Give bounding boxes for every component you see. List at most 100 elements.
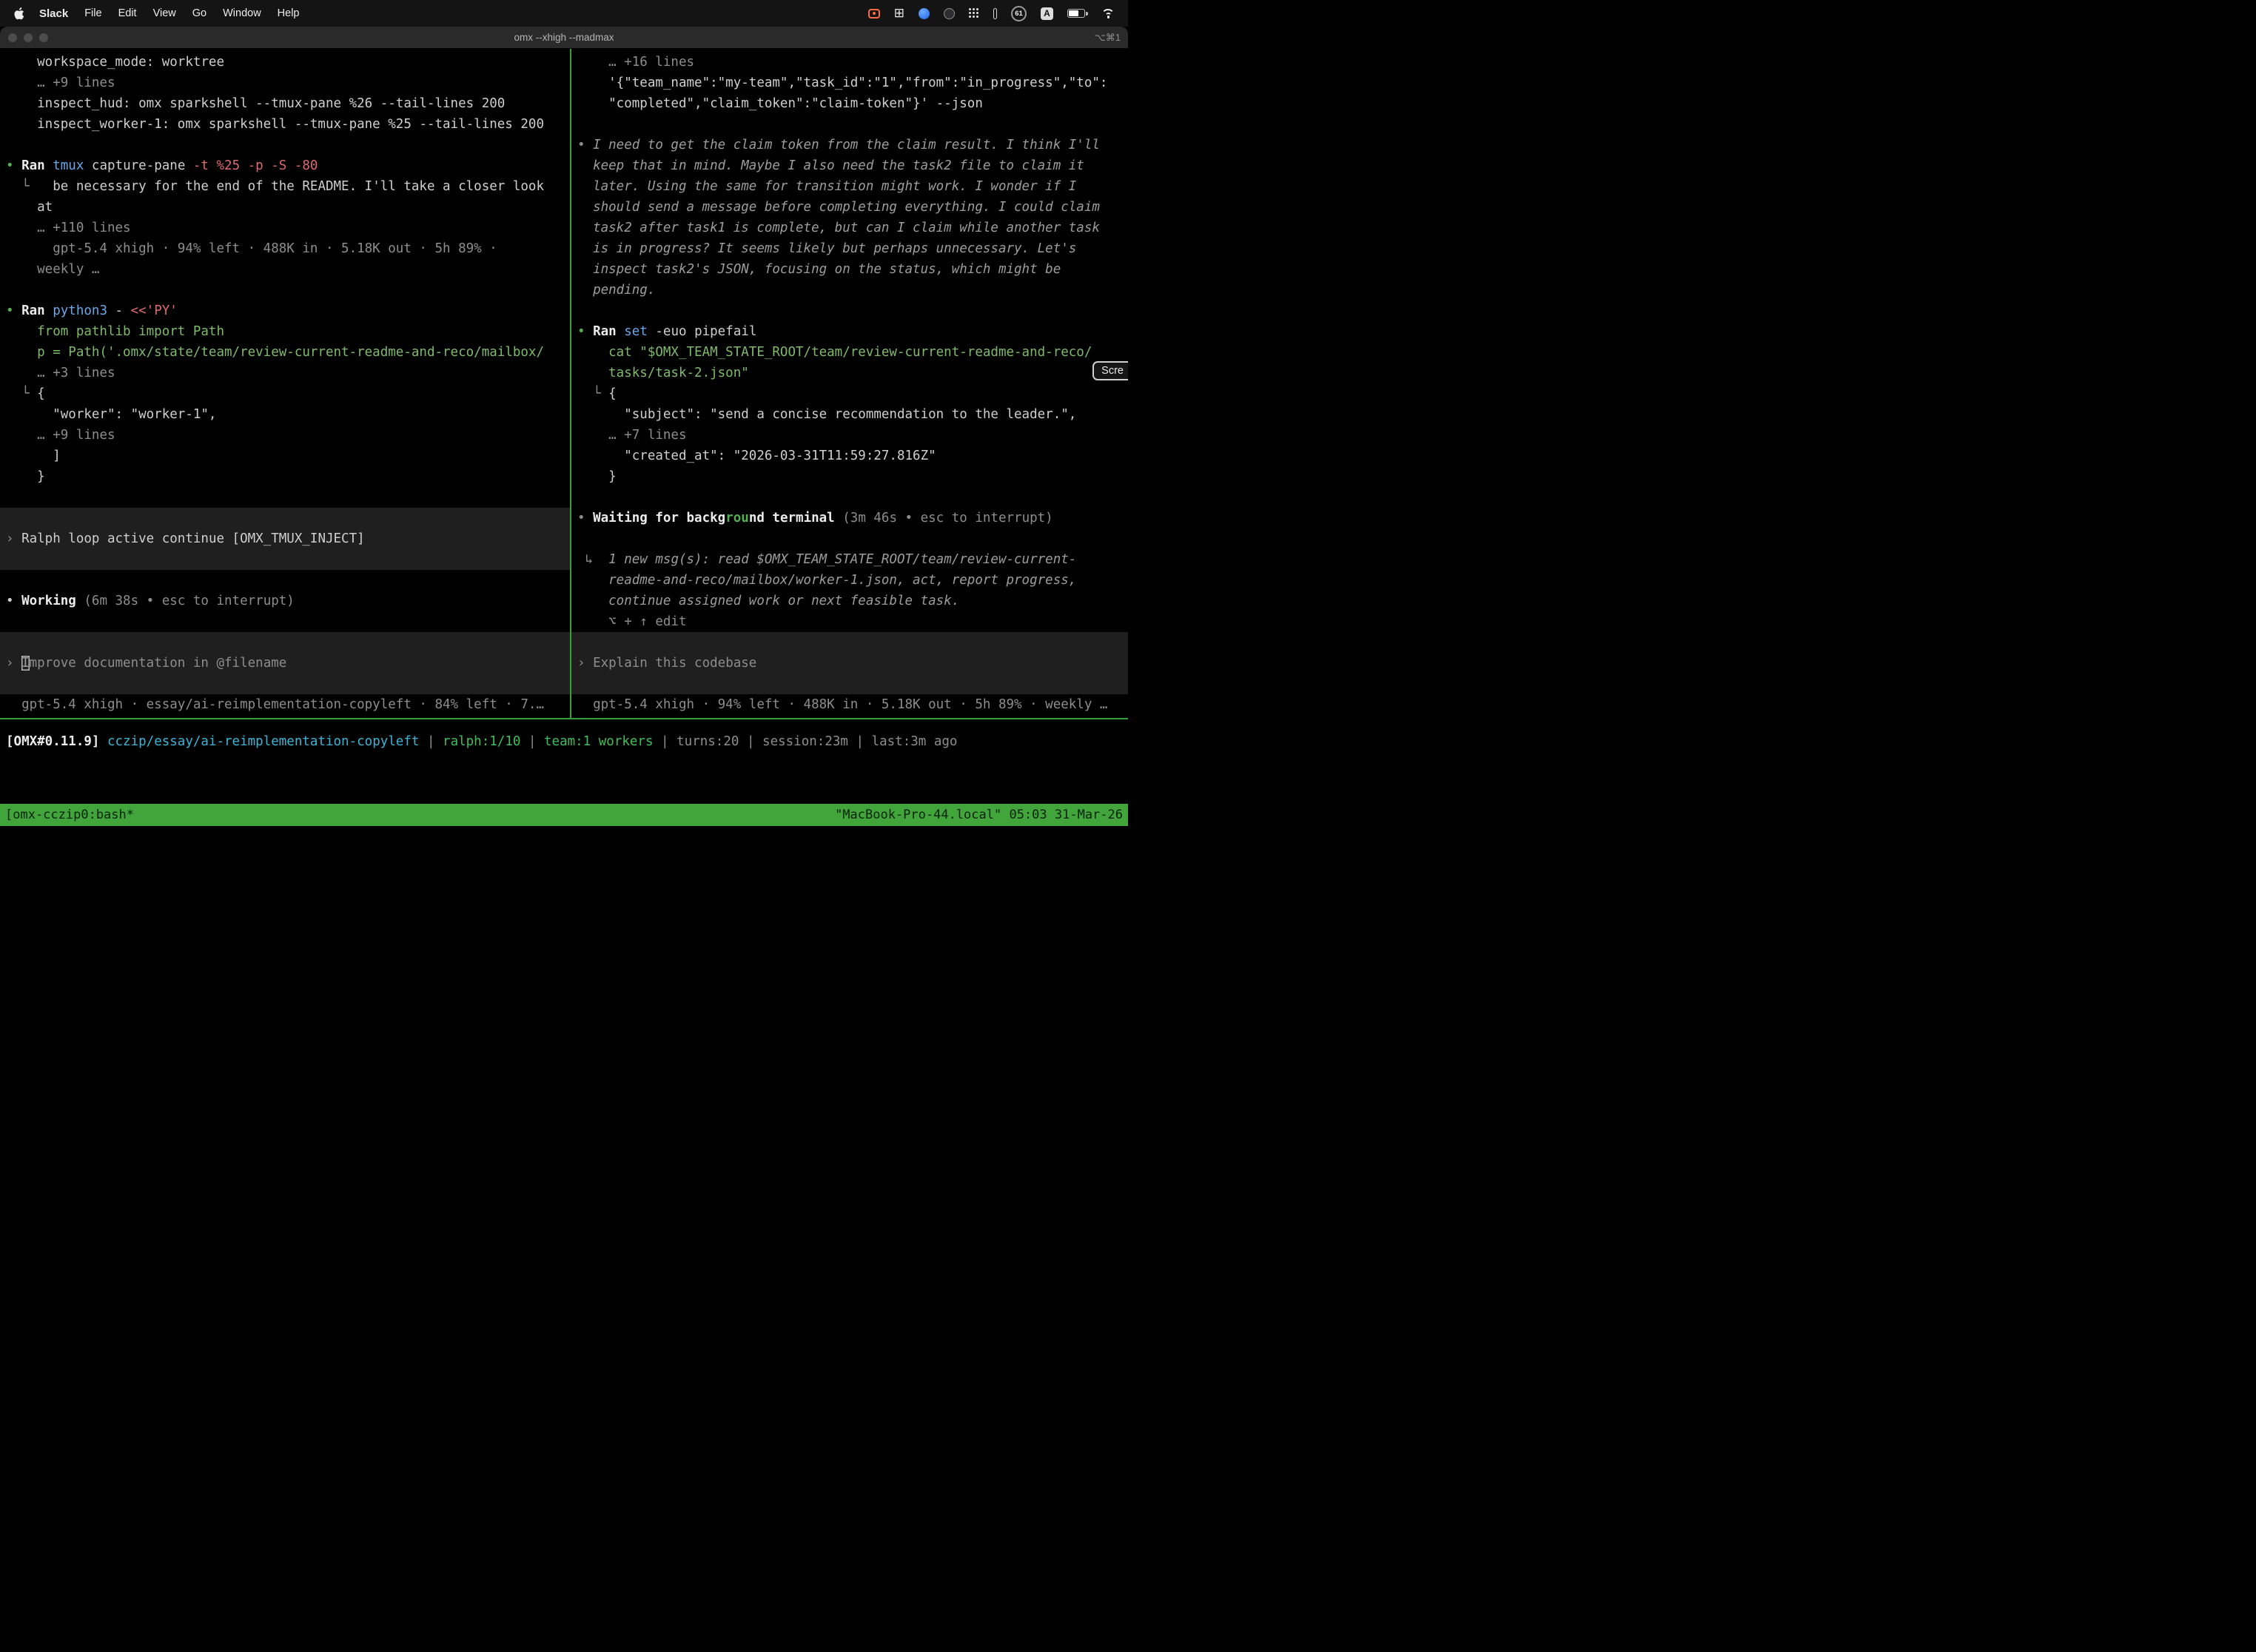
window-shortcut: ⌥⌘1 [1095,32,1121,44]
terminal-line: readme-and-reco/mailbox/worker-1.json, a… [571,570,1128,591]
slim-bar-icon[interactable] [993,8,997,19]
terminal-line: workspace_mode: worktree [0,52,570,73]
terminal-line: "created_at": "2026-03-31T11:59:27.816Z" [571,446,1128,466]
menu-status-icons: ⊞ 61 A [868,6,1121,21]
terminal-line: continue assigned work or next feasible … [571,591,1128,611]
terminal-line: • Ran set -euo pipefail [571,321,1128,342]
terminal-line: › Explain this codebase [571,653,1128,674]
input-source-icon[interactable]: A [1041,7,1053,20]
terminal-line: at [0,197,570,218]
terminal-line: "worker": "worker-1", [0,404,570,425]
terminal-line: } [571,466,1128,487]
window-grid-icon[interactable]: ⊞ [894,7,904,20]
terminal-line: from pathlib import Path [0,321,570,342]
traffic-lights [0,33,48,42]
terminal-line: [OMX#0.11.9] cczip/essay/ai-reimplementa… [0,731,1128,752]
terminal-line [571,300,1128,321]
app-menu-title[interactable]: Slack [31,7,76,20]
terminal-line: keep that in mind. Maybe I also need the… [571,155,1128,176]
battery-percent-icon[interactable]: 61 [1011,6,1027,21]
terminal-line: • Working (6m 38s • esc to interrupt) [0,591,570,611]
terminal-line: inspect_worker-1: omx sparkshell --tmux-… [0,114,570,135]
menu-item-window[interactable]: Window [215,7,269,19]
terminal-line: • Waiting for background terminal (3m 46… [571,508,1128,528]
zoom-button[interactable] [39,33,48,42]
terminal-line [571,632,1128,653]
terminal-line: └ { [571,383,1128,404]
terminal-line: › Improve documentation in @filename [0,653,570,674]
tmux-status-bar: [omx-cczip0:bash* "MacBook-Pro-44.local"… [0,804,1128,826]
terminal-line: task2 after task1 is complete, but can I… [571,218,1128,238]
close-button[interactable] [8,33,17,42]
terminal-line: inspect task2's JSON, focusing on the st… [571,259,1128,280]
terminal-line: '{"team_name":"my-team","task_id":"1","f… [571,73,1128,93]
terminal-line: gpt-5.4 xhigh · 94% left · 488K in · 5.1… [571,694,1128,715]
terminal-line [0,611,570,632]
apple-menu-icon[interactable] [7,7,31,20]
omx-status-line: [OMX#0.11.9] cczip/essay/ai-reimplementa… [0,719,1128,804]
right-pane[interactable]: … +16 lines '{"team_name":"my-team","tas… [571,49,1128,718]
tmux-host-time: "MacBook-Pro-44.local" 05:03 31-Mar-26 [835,807,1123,822]
terminal-line: • I need to get the claim token from the… [571,135,1128,155]
terminal-line [0,135,570,155]
terminal-line: ↳ 1 new msg(s): read $OMX_TEAM_STATE_ROO… [571,549,1128,570]
terminal-line: … +9 lines [0,425,570,446]
terminal-line [0,570,570,591]
terminal-line: should send a message before completing … [571,197,1128,218]
terminal-line [571,674,1128,694]
terminal-line: … +16 lines [571,52,1128,73]
menu-item-edit[interactable]: Edit [110,7,145,19]
terminal-line: is in progress? It seems likely but perh… [571,238,1128,259]
window-title-bar[interactable]: omx --xhigh --madmax ⌥⌘1 [0,27,1128,49]
terminal-line [0,632,570,653]
left-pane[interactable]: workspace_mode: worktree … +9 lines insp… [0,49,570,718]
grid-dots-icon[interactable] [969,8,979,19]
terminal-line [0,508,570,528]
dark-app-icon[interactable] [944,8,955,19]
window-title: omx --xhigh --madmax [0,32,1128,43]
terminal-line: › Ralph loop active continue [OMX_TMUX_I… [0,528,570,549]
terminal-line [571,528,1128,549]
recording-indicator-icon[interactable] [868,9,880,19]
terminal-line: • Ran tmux capture-pane -t %25 -p -S -80 [0,155,570,176]
terminal-line [0,674,570,694]
terminal-line: "completed","claim_token":"claim-token"}… [571,93,1128,114]
terminal-line [0,487,570,508]
tmux-session-label: [omx-cczip0:bash* [5,807,134,822]
terminal-line: • Ran python3 - <<'PY' [0,300,570,321]
terminal-line: … +3 lines [0,363,570,383]
terminal-line [0,549,570,570]
battery-icon[interactable] [1067,9,1085,18]
terminal-line: tasks/task-2.json" [571,363,1128,383]
terminal-line: } [0,466,570,487]
terminal-line: "subject": "send a concise recommendatio… [571,404,1128,425]
terminal-line: ] [0,446,570,466]
terminal-line: inspect_hud: omx sparkshell --tmux-pane … [0,93,570,114]
menu-item-go[interactable]: Go [184,7,215,19]
menu-item-file[interactable]: File [76,7,110,19]
blue-app-icon[interactable] [919,8,930,19]
wifi-icon[interactable] [1101,8,1115,19]
terminal-line: … +7 lines [571,425,1128,446]
terminal-line: cat "$OMX_TEAM_STATE_ROOT/team/review-cu… [571,342,1128,363]
menu-left: Slack FileEditViewGoWindowHelp [7,7,308,20]
terminal-line [571,487,1128,508]
terminal-line: gpt-5.4 xhigh · 94% left · 488K in · 5.1… [0,238,570,259]
menu-items: FileEditViewGoWindowHelp [76,7,307,19]
terminal-line: pending. [571,280,1128,300]
terminal-line: p = Path('.omx/state/team/review-current… [0,342,570,363]
menu-item-view[interactable]: View [145,7,184,19]
terminal-line: later. Using the same for transition mig… [571,176,1128,197]
minimize-button[interactable] [24,33,33,42]
terminal-line [571,114,1128,135]
terminal-line: weekly … [0,259,570,280]
terminal-line: └ be necessary for the end of the README… [0,176,570,197]
terminal-line: ⌥ + ↑ edit [571,611,1128,632]
terminal-line: gpt-5.4 xhigh · essay/ai-reimplementatio… [0,694,570,715]
terminal-window: omx --xhigh --madmax ⌥⌘1 workspace_mode:… [0,27,1128,826]
terminal-line: … +110 lines [0,218,570,238]
terminal-line [0,280,570,300]
terminal-panes: workspace_mode: worktree … +9 lines insp… [0,49,1128,718]
menu-item-help[interactable]: Help [269,7,308,19]
terminal-line: └ { [0,383,570,404]
